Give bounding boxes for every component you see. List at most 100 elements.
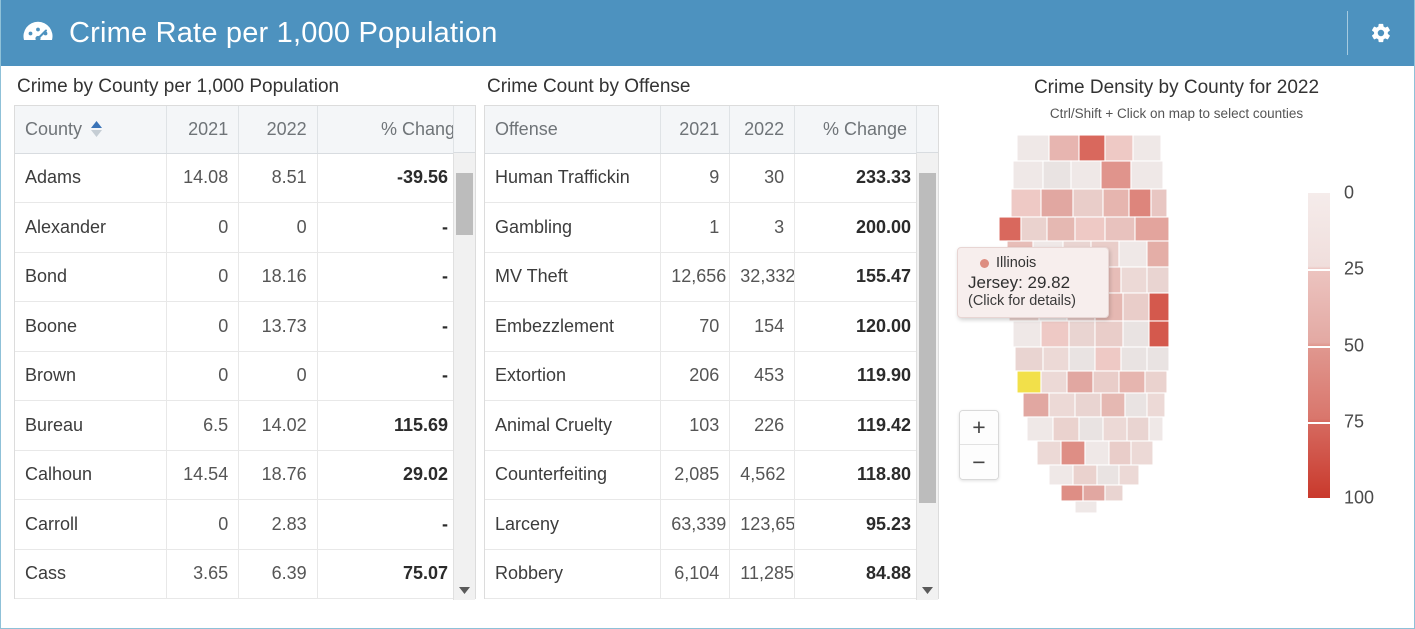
sort-asc-icon[interactable] — [90, 121, 103, 138]
cell-2021: 0 — [166, 202, 240, 253]
column-header-offense-2021[interactable]: 2021 — [660, 106, 731, 154]
cell-2021: 3.65 — [166, 549, 240, 599]
tooltip-value: Jersey: 29.82 — [968, 273, 1071, 292]
table-row[interactable]: Larceny63,339123,6595.23⬆ — [485, 499, 938, 550]
cell-name: Carroll — [15, 499, 168, 550]
cell-name: Adams — [15, 153, 168, 203]
cell-pct-change: -⬆ — [317, 301, 475, 352]
table-row[interactable]: Extortion206453119.90⬆ — [485, 351, 938, 401]
gear-icon — [1370, 22, 1392, 44]
map-zoom-controls[interactable]: + − — [959, 410, 999, 480]
scroll-down-arrow-icon[interactable] — [917, 580, 938, 600]
offense-table-scrollbar[interactable] — [916, 106, 938, 600]
offense-table-grid: Offense 2021 2022 % Change Human Traffic… — [484, 105, 939, 600]
column-header-pct-change[interactable]: % Change — [317, 106, 475, 154]
cell-2022: 154 — [729, 301, 796, 352]
cell-pct-change: -⬆ — [317, 252, 475, 302]
county-table-scrollbar[interactable] — [453, 106, 475, 600]
pct-change-value: - — [442, 365, 448, 386]
column-header-offense[interactable]: Offense — [485, 106, 662, 154]
offense-table-header-row: Offense 2021 2022 % Change — [485, 106, 938, 154]
legend-tick-label: 25 — [1344, 258, 1365, 279]
legend-labels: 0 25 50 75 100 — [1344, 183, 1386, 508]
cell-2022: 18.76 — [238, 450, 318, 500]
county-table-header-row: County 2021 2022 % Change — [15, 106, 475, 154]
table-row[interactable]: MV Theft12,65632,332155.47⬆ — [485, 252, 938, 302]
cell-2021: 0 — [166, 499, 240, 550]
header-right-group — [1347, 0, 1414, 66]
legend-tick-divider — [1308, 345, 1330, 348]
page-title: Crime Rate per 1,000 Population — [69, 16, 498, 49]
table-row[interactable]: Boone013.73-⬆ — [15, 301, 475, 352]
table-row[interactable]: Bond018.16-⬆ — [15, 252, 475, 302]
cell-2021: 1 — [660, 202, 731, 253]
pct-change-value: 29.02 — [402, 464, 448, 485]
table-row[interactable]: Adams14.088.51-39.56⬇ — [15, 153, 475, 203]
cell-name: Embezzlement — [485, 301, 662, 352]
table-row[interactable]: Counterfeiting2,0854,562118.80⬆ — [485, 450, 938, 500]
county-table-title: Crime by County per 1,000 Population — [17, 76, 340, 97]
cell-2022: 18.16 — [238, 252, 318, 302]
scroll-down-arrow-icon[interactable] — [454, 580, 475, 600]
legend-tick-label: 50 — [1344, 335, 1365, 355]
zoom-in-button[interactable]: + — [960, 411, 998, 445]
cell-2022: 2.83 — [238, 499, 318, 550]
county-scroll-thumb[interactable] — [456, 173, 473, 235]
illinois-choropleth-map[interactable] — [987, 125, 1207, 525]
cell-pct-change: 115.69⬆ — [317, 400, 475, 451]
pct-change-value: 75.07 — [402, 563, 448, 584]
table-row[interactable]: Cass3.656.3975.07⬆ — [15, 549, 475, 599]
legend-tick-divider — [1308, 421, 1330, 424]
column-header-county[interactable]: County — [15, 106, 168, 154]
cell-name: Gambling — [485, 202, 662, 253]
county-table-body: Adams14.088.51-39.56⬇Alexander00- Bond01… — [15, 153, 475, 599]
cell-pct-change: -39.56⬇ — [317, 153, 475, 203]
tooltip-series-label: Illinois — [996, 255, 1037, 271]
table-row[interactable]: Bureau6.514.02115.69⬆ — [15, 400, 475, 451]
cell-2021: 6,104 — [660, 549, 731, 599]
pct-change-value: 119.42 — [856, 414, 911, 435]
table-row[interactable]: Robbery6,10411,28584.88⬆ — [485, 549, 938, 599]
cell-2021: 2,085 — [660, 450, 731, 500]
cell-pct-change: 75.07⬆ — [317, 549, 475, 599]
cell-name: Counterfeiting — [485, 450, 662, 500]
table-row[interactable]: Brown 0 0- — [15, 351, 475, 401]
cell-2022: 4,562 — [729, 450, 796, 500]
table-row[interactable]: Gambling13200.00⬆ — [485, 202, 938, 253]
column-header-county-label: County — [25, 118, 83, 139]
cell-2021: 70 — [660, 301, 731, 352]
county-table-grid: County 2021 2022 % Change Adams 14.08 8.… — [14, 105, 476, 600]
map-panel: Crime Density by County for 2022 Ctrl/Sh… — [939, 66, 1414, 626]
table-row[interactable]: Alexander 0 0- — [15, 202, 475, 253]
cell-name: Extortion — [485, 351, 662, 401]
column-header-2021[interactable]: 2021 — [166, 106, 240, 154]
map-instructions: Ctrl/Shift + Click on map to select coun… — [1049, 106, 1304, 121]
table-row[interactable]: Calhoun14.5418.7629.02⬆ — [15, 450, 475, 500]
crime-dashboard: Crime Rate per 1,000 Population Crime by… — [0, 0, 1415, 629]
table-row[interactable]: Human Traffickin930233.33⬆ — [485, 153, 938, 203]
legend-color-bar — [1308, 193, 1330, 498]
table-row[interactable]: Animal Cruelty103226119.42⬆ — [485, 400, 938, 451]
county-scroll-header-filler — [453, 106, 475, 153]
cell-2022: 8.51 — [238, 153, 318, 203]
legend-tick-label: 0 — [1344, 182, 1355, 203]
settings-button[interactable] — [1348, 0, 1414, 66]
tooltip-hint: (Click for details) — [968, 293, 1076, 309]
tooltip-series-row: Illinois — [968, 255, 1096, 271]
column-header-2022[interactable]: 2022 — [238, 106, 318, 154]
county-table-panel: Crime by County per 1,000 Population Cou… — [14, 66, 476, 600]
table-row[interactable]: Carroll02.83-⬆ — [15, 499, 475, 550]
table-row[interactable]: Embezzlement70154120.00⬆ — [485, 301, 938, 352]
cell-2022: 0 — [238, 202, 318, 253]
cell-name: Human Traffickin — [485, 153, 662, 203]
cell-2022: 3 — [729, 202, 796, 253]
cell-2022: 0 — [238, 351, 318, 401]
cell-name: Animal Cruelty — [485, 400, 662, 451]
zoom-out-button[interactable]: − — [960, 445, 998, 479]
cell-2022: 14.02 — [238, 400, 318, 451]
offense-scroll-thumb[interactable] — [919, 173, 936, 503]
map-area[interactable]: Illinois Jersey: 29.82 (Click for detail… — [939, 125, 1414, 545]
pct-change-value: 120.00 — [855, 315, 911, 336]
column-header-offense-2022[interactable]: 2022 — [729, 106, 796, 154]
dashboard-header: Crime Rate per 1,000 Population — [1, 0, 1414, 66]
